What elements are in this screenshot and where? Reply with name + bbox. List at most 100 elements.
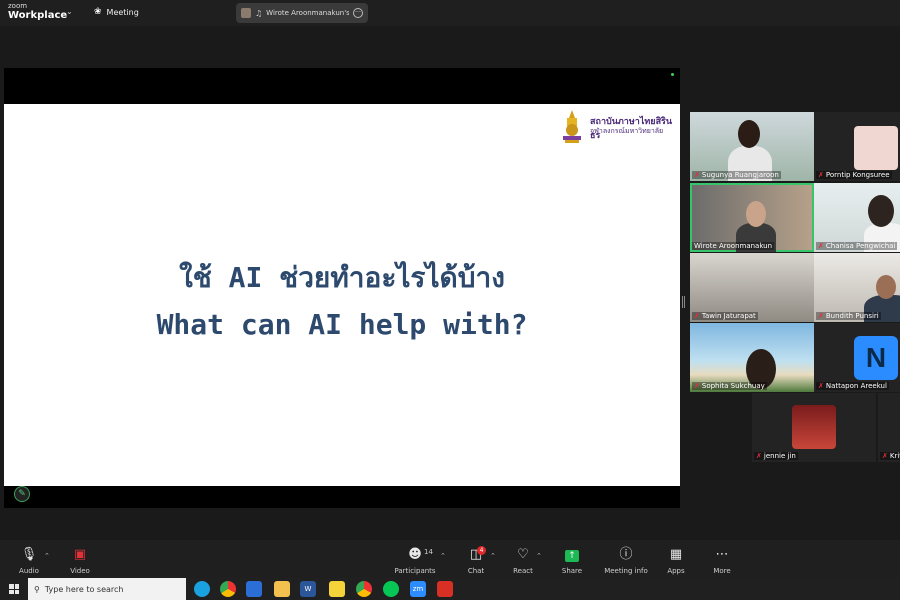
annotate-pen-icon[interactable]: ✎	[14, 486, 30, 502]
more-button[interactable]: ⋯ More	[697, 547, 747, 576]
participants-button[interactable]: ☻ 14 Participants	[390, 548, 440, 576]
participant-name: ✗ Sophita Sukchuay	[692, 382, 767, 390]
chat-badge: 4	[477, 546, 486, 555]
apps-button[interactable]: ▦ Apps	[651, 547, 701, 576]
participant-name-text: Porntip Kongsuree	[825, 171, 890, 179]
participant-photo	[792, 405, 836, 449]
apps-icon: ▦	[669, 547, 683, 562]
presentation-slide: สถาบันภาษาไทยสิรินธร จุฬาลงกรณ์มหาวิทยาล…	[4, 104, 680, 486]
share-button[interactable]: ↑ Share	[547, 548, 597, 575]
mic-muted-icon: ✗	[756, 452, 762, 460]
participant-name-text: Krit	[889, 452, 900, 460]
taskbar-search-input[interactable]: ⚲ Type here to search	[28, 578, 186, 600]
mic-muted-icon: ✗	[818, 242, 824, 250]
participant-tile[interactable]: ✗ jennie jin	[752, 393, 876, 462]
more-label: More	[713, 567, 731, 575]
sticky-notes-icon[interactable]	[329, 581, 345, 597]
participant-name: ✗ Tawin Jaturapat	[692, 312, 758, 320]
participant-name-text: Wirote Aroonmanakun	[694, 242, 773, 250]
meeting-toolbar: 🎙 Audio ⌃ ▣ Video ☻ 14 Participants ⌃ ◫ …	[0, 540, 900, 578]
pdf-icon[interactable]	[437, 581, 453, 597]
paw-icon: ❀	[94, 7, 102, 17]
participant-name-text: Bundith Punsiri	[825, 312, 879, 320]
chat-options-caret[interactable]: ⌃	[490, 552, 496, 560]
line-icon[interactable]	[383, 581, 399, 597]
participant-name-text: Chanisa Pengwichai	[825, 242, 896, 250]
participant-tile-active-speaker[interactable]: Wirote Aroonmanakun	[690, 183, 814, 252]
file-explorer-icon[interactable]	[274, 581, 290, 597]
participant-name-text: Nattapon Areekul	[825, 382, 887, 390]
chrome-icon[interactable]	[220, 581, 236, 597]
brand-small: zoom	[8, 2, 28, 10]
participants-count: 14	[424, 548, 433, 556]
video-button[interactable]: ▣ Video	[55, 547, 105, 576]
participant-tile[interactable]: ✗ Sophita Sukchuay	[690, 323, 814, 392]
mic-muted-icon: ✗	[818, 382, 824, 390]
participants-options-caret[interactable]: ⌃	[440, 552, 446, 560]
mic-muted-icon: ✗	[818, 171, 824, 179]
windows-start-icon[interactable]	[9, 584, 19, 594]
info-icon: ⓘ	[619, 547, 633, 562]
mic-muted-icon: ✗	[694, 312, 700, 320]
participant-tile[interactable]: ✗ Chanisa Pengwichai	[814, 183, 900, 252]
chevron-down-icon[interactable]: ⌄	[66, 7, 73, 16]
participant-video-head	[868, 195, 894, 227]
meeting-label: Meeting	[106, 7, 139, 17]
more-options-icon[interactable]: ···	[353, 8, 363, 18]
video-off-icon: ▣	[73, 547, 87, 562]
participant-video-head	[738, 120, 760, 148]
share-screen-icon: ↑	[547, 548, 597, 564]
top-bar: zoom Workplace ⌄ ❀ Meeting ♫ Wirote Aroo…	[0, 0, 900, 26]
zoom-icon[interactable]: zm	[410, 581, 426, 597]
word-icon[interactable]: W	[300, 581, 316, 597]
participant-tile[interactable]: ✗ Bundith Punsiri	[814, 253, 900, 322]
speaker-icon: ♫	[255, 8, 263, 18]
participant-name: ✗ jennie jin	[754, 452, 798, 460]
react-label: React	[513, 567, 533, 575]
meeting-info-label: Meeting info	[604, 567, 648, 575]
participant-name-text: Sophita Sukchuay	[701, 382, 765, 390]
audio-options-caret[interactable]: ⌃	[44, 552, 50, 560]
institution-logo-icon	[563, 110, 581, 143]
chat-label: Chat	[467, 567, 485, 575]
share-label: Share	[561, 567, 583, 575]
mic-muted-icon: ✗	[694, 382, 700, 390]
zoom-logo: zoom Workplace	[8, 3, 67, 21]
brand-main: Workplace	[8, 10, 68, 21]
participant-tile[interactable]: ✗ Porntip Kongsuree	[814, 112, 900, 181]
participant-tile[interactable]: ✗ Tawin Jaturapat	[690, 253, 814, 322]
participant-video-head	[746, 201, 766, 227]
mic-muted-icon: ✗	[818, 312, 824, 320]
avatar: N	[854, 336, 898, 380]
participant-tile[interactable]: N ✗ Nattapon Areekul	[814, 323, 900, 392]
institution-subtitle: จุฬาลงกรณ์มหาวิทยาลัย	[590, 127, 664, 135]
participant-name: ✗ Sugunya Ruangjaroon	[692, 171, 781, 179]
participant-tile[interactable]: ✗ Sugunya Ruangjaroon	[690, 112, 814, 181]
search-placeholder: Type here to search	[44, 584, 124, 594]
participants-label: Participants	[394, 567, 436, 575]
slide-title-thai: ใช้ AI ช่วยทำอะไรได้บ้าง	[179, 261, 505, 294]
app-icon[interactable]	[246, 581, 262, 597]
participant-name-text: Sugunya Ruangjaroon	[701, 171, 779, 179]
windows-taskbar: ⚲ Type here to search W zm	[0, 578, 900, 600]
panel-resize-handle[interactable]	[682, 296, 685, 308]
participant-tile[interactable]: ✗Krit	[878, 393, 900, 462]
participant-name: ✗ Nattapon Areekul	[816, 382, 889, 390]
participant-name-text: Tawin Jaturapat	[701, 312, 756, 320]
edge-icon[interactable]	[194, 581, 210, 597]
participant-name-text: jennie jin	[763, 452, 796, 460]
audio-label: Audio	[19, 567, 39, 575]
meeting-info-button[interactable]: ⓘ Meeting info	[601, 547, 651, 576]
meeting-button[interactable]: ❀ Meeting	[94, 7, 139, 17]
shared-screen: สถาบันภาษาไทยสิรินธร จุฬาลงกรณ์มหาวิทยาล…	[4, 68, 680, 508]
apps-label: Apps	[667, 567, 685, 575]
chrome-icon[interactable]	[356, 581, 372, 597]
video-label: Video	[70, 567, 90, 575]
participant-name: ✗ Chanisa Pengwichai	[816, 242, 898, 250]
screen-share-tab[interactable]: ♫ Wirote Aroonmanakun's scre ···	[236, 3, 368, 23]
participant-name: ✗Krit	[880, 452, 900, 460]
slide-title-english: What can AI help with?	[156, 308, 528, 341]
presenter-avatar	[241, 8, 251, 18]
react-options-caret[interactable]: ⌃	[536, 552, 542, 560]
more-icon: ⋯	[715, 547, 729, 562]
